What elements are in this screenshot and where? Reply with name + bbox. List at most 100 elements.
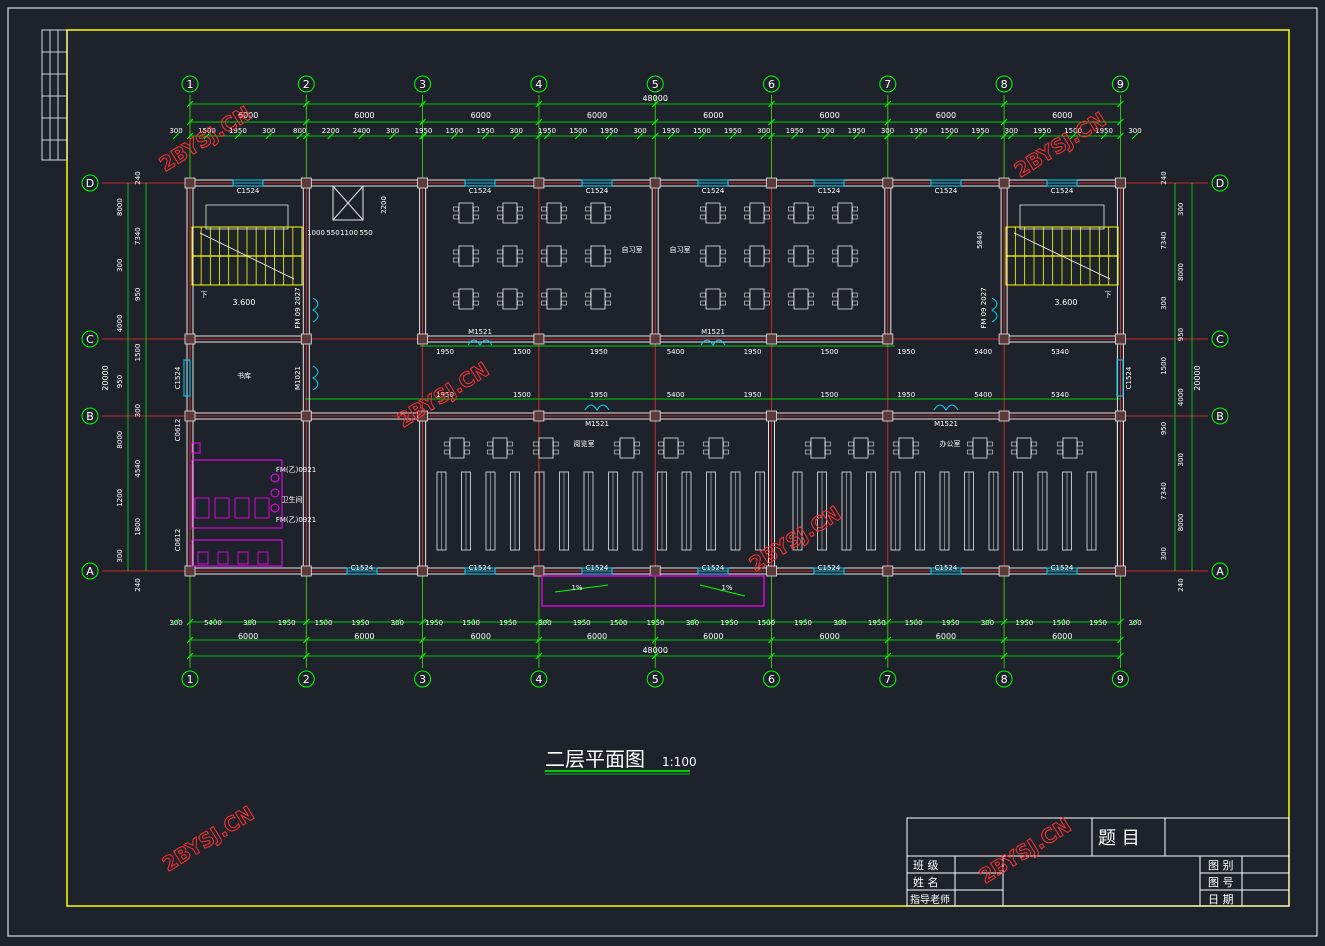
door-leaf bbox=[312, 297, 319, 323]
chair bbox=[473, 206, 479, 212]
table-top bbox=[663, 437, 679, 459]
chair bbox=[517, 214, 523, 220]
dim-left-segment: 240 bbox=[134, 578, 142, 591]
chair bbox=[658, 441, 664, 447]
dim-stair: 5840 bbox=[976, 231, 984, 249]
chair bbox=[473, 300, 479, 306]
structural-column bbox=[766, 410, 777, 422]
chair bbox=[453, 249, 459, 255]
dim-bay-top: 6000 bbox=[1052, 111, 1072, 120]
reading-table bbox=[1057, 437, 1083, 459]
chair bbox=[744, 206, 750, 212]
chair bbox=[764, 249, 770, 255]
stair-east bbox=[1005, 204, 1119, 286]
chair bbox=[614, 449, 620, 455]
chair bbox=[744, 214, 750, 220]
chair bbox=[453, 257, 459, 263]
dim-bay-bottom: 6000 bbox=[703, 632, 723, 641]
chair bbox=[788, 214, 794, 220]
dim-bay-top: 6000 bbox=[936, 111, 956, 120]
dim-detail-top: 1950 bbox=[848, 127, 866, 135]
dim-right-segment: 240 bbox=[1177, 578, 1185, 591]
dim-left-segment: 1500 bbox=[134, 344, 142, 362]
dim-detail-top: 1950 bbox=[662, 127, 680, 135]
toilet-stall bbox=[214, 497, 230, 519]
chair bbox=[533, 441, 539, 447]
chair bbox=[832, 292, 838, 298]
dim-detail-top: 1500 bbox=[446, 127, 464, 135]
chair bbox=[788, 257, 794, 263]
chair bbox=[832, 257, 838, 263]
door-m1521 bbox=[933, 404, 959, 411]
dim-total-depth-right: 20000 bbox=[1193, 365, 1202, 390]
stair-handrail bbox=[205, 204, 289, 230]
chair bbox=[605, 292, 611, 298]
toilet-partition bbox=[191, 539, 283, 567]
chair bbox=[764, 257, 770, 263]
table-top bbox=[705, 202, 721, 224]
dim-detail-top: 800 bbox=[293, 127, 306, 135]
door-label: FM(乙)0921 bbox=[276, 466, 316, 474]
dim-bay-bottom: 6000 bbox=[1052, 632, 1072, 641]
axis-label-col-8: 8 bbox=[1001, 78, 1008, 91]
axis-label-col-6: 6 bbox=[768, 673, 775, 686]
chair bbox=[987, 449, 993, 455]
chair bbox=[473, 292, 479, 298]
dim-left-segment: 1800 bbox=[134, 518, 142, 536]
dim-left-segment: 300 bbox=[116, 259, 124, 272]
chair bbox=[808, 206, 814, 212]
dim-bay-top: 6000 bbox=[819, 111, 839, 120]
chair bbox=[585, 214, 591, 220]
axis-label-col-6: 6 bbox=[768, 78, 775, 91]
structural-column bbox=[300, 565, 312, 577]
structural-column bbox=[184, 565, 196, 577]
slope-label: 1% bbox=[721, 584, 732, 592]
table-top bbox=[837, 202, 853, 224]
chair bbox=[553, 449, 559, 455]
dim-left-segment: 8000 bbox=[116, 431, 124, 449]
study-table bbox=[585, 202, 611, 224]
axis-label-col-5: 5 bbox=[652, 78, 659, 91]
dim-detail-bottom: 5400 bbox=[204, 619, 222, 627]
chair bbox=[444, 449, 450, 455]
chair bbox=[553, 441, 559, 447]
chair bbox=[658, 449, 664, 455]
door-leaf bbox=[991, 297, 998, 323]
toilet-stall bbox=[194, 497, 210, 519]
study-table bbox=[585, 288, 611, 310]
urinal bbox=[270, 503, 280, 513]
structural-column bbox=[649, 565, 661, 577]
drawing-scale: 1:100 bbox=[662, 755, 697, 769]
axis-label-row-C: C bbox=[1216, 333, 1224, 346]
study-table bbox=[700, 245, 726, 267]
study-table bbox=[832, 288, 858, 310]
dim-detail-bottom: 1500 bbox=[462, 619, 480, 627]
window-label: C1524 bbox=[935, 564, 958, 572]
chair bbox=[720, 300, 726, 306]
dim-right-segment: 8000 bbox=[1177, 513, 1185, 531]
dim-right-segment: 8000 bbox=[1177, 263, 1185, 281]
door-label: M1521 bbox=[468, 328, 492, 336]
chair bbox=[464, 449, 470, 455]
chair bbox=[585, 300, 591, 306]
dim-detail-bottom: 1950 bbox=[868, 619, 886, 627]
chair bbox=[852, 206, 858, 212]
reading-table bbox=[893, 437, 919, 459]
study-table bbox=[700, 288, 726, 310]
urinal bbox=[270, 488, 280, 498]
dim-detail-top: 1500 bbox=[817, 127, 835, 135]
chair bbox=[805, 441, 811, 447]
study-table bbox=[700, 202, 726, 224]
dim-left-segment: 1200 bbox=[116, 489, 124, 507]
chair bbox=[605, 214, 611, 220]
structural-column bbox=[184, 410, 196, 422]
axis-label-row-D: D bbox=[86, 177, 94, 190]
chair bbox=[561, 206, 567, 212]
window-label: C1524 bbox=[818, 564, 841, 572]
dim-bay-top: 6000 bbox=[587, 111, 607, 120]
table-top bbox=[590, 202, 606, 224]
table-top bbox=[972, 437, 988, 459]
dim-detail-bottom: 300 bbox=[243, 619, 256, 627]
dim-detail-top: 2200 bbox=[322, 127, 340, 135]
structural-column bbox=[649, 177, 661, 189]
